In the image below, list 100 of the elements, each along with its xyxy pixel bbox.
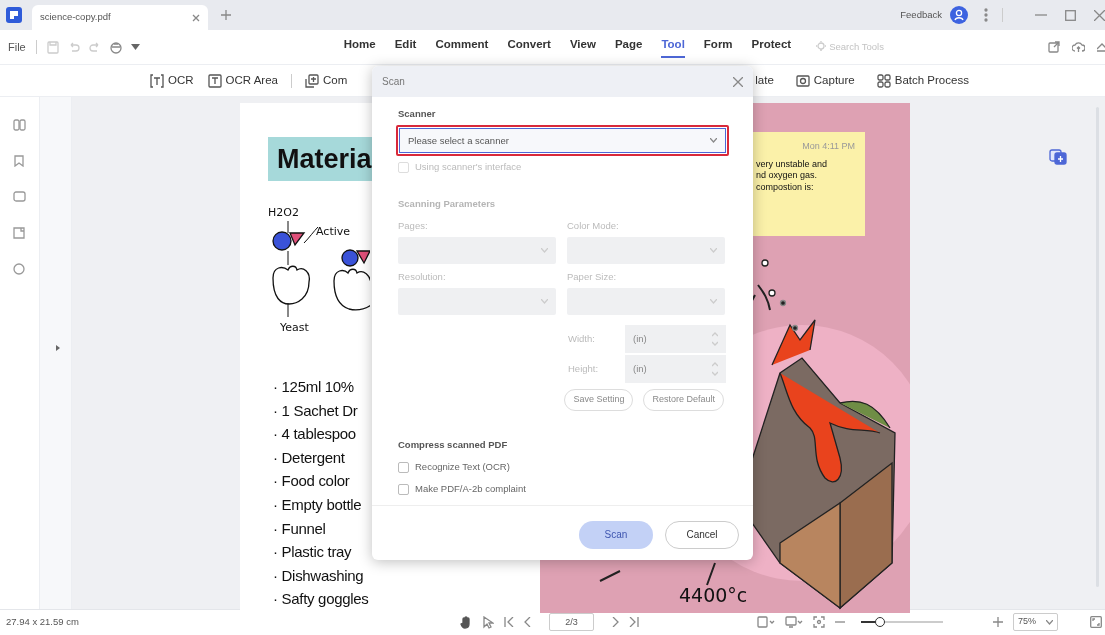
zoom-slider-thumb[interactable] [874, 617, 885, 627]
feedback-link[interactable]: Feedback [900, 7, 942, 23]
list-item: · Funnel [273, 519, 326, 537]
menu-tab[interactable]: View [569, 35, 596, 59]
caret-icon [710, 299, 717, 305]
menu-tab[interactable]: Edit [394, 35, 417, 59]
thumbnails-icon[interactable] [13, 119, 26, 131]
list-item: · 4 tablespoo [273, 425, 356, 443]
page-heading: Materia [268, 137, 372, 181]
checkbox[interactable] [398, 483, 409, 495]
zoom-in-icon[interactable] [993, 617, 1003, 627]
caret-icon [541, 248, 548, 253]
comment-icon[interactable] [13, 191, 26, 203]
list-item: · 125ml 10% [273, 378, 354, 395]
fit-width-icon[interactable] [785, 616, 803, 628]
app-logo-icon [6, 7, 22, 23]
close-icon[interactable] [733, 76, 743, 87]
menu-tab[interactable]: Convert [507, 35, 551, 59]
add-tab-icon[interactable] [221, 10, 231, 20]
file-menu[interactable]: File [8, 38, 26, 56]
document-tab[interactable]: science-copy.pdf [32, 5, 208, 30]
search-icon[interactable] [13, 263, 26, 275]
spinner-icon [712, 332, 718, 347]
last-page-icon[interactable] [629, 617, 639, 627]
ribbon-button[interactable]: OCR [143, 71, 201, 90]
hand-icon[interactable] [460, 615, 472, 629]
fullscreen-icon[interactable] [1090, 616, 1102, 628]
menu-tab[interactable]: Tool [661, 35, 685, 59]
field-label: Pages: [398, 218, 429, 233]
redo-icon[interactable] [88, 40, 101, 54]
note-text: compostion is: [756, 181, 815, 193]
expand-handle-icon[interactable] [56, 345, 60, 351]
field-label: Width: [568, 332, 596, 347]
ocr-area-icon [207, 73, 222, 88]
checkbox-label: Recognize Text (OCR) [415, 460, 510, 474]
page-dimensions: 27.94 x 21.59 cm [6, 614, 80, 629]
collapse-icon[interactable] [1097, 41, 1105, 53]
scanner-dropdown[interactable]: Please select a scanner [399, 128, 726, 154]
grid-icon [876, 73, 891, 88]
next-page-icon[interactable] [612, 617, 619, 627]
spinner-icon [712, 362, 718, 377]
checkbox-label: Using scanner's interface [415, 160, 522, 175]
page-icon[interactable] [13, 227, 26, 239]
ribbon-button[interactable]: OCR Area [200, 71, 285, 90]
zoom-dropdown[interactable]: 75% [1013, 613, 1058, 631]
select-field[interactable] [398, 237, 556, 264]
field-label: Height: [568, 362, 600, 377]
menu-tab[interactable]: Comment [435, 35, 489, 59]
bookmark-icon[interactable] [13, 155, 26, 167]
section-label: Scanner [398, 107, 437, 121]
save-icon[interactable] [46, 40, 59, 54]
field-label: Paper Size: [567, 270, 618, 284]
menu-tab[interactable]: Protect [751, 35, 792, 59]
list-item: · Safty goggles [273, 590, 369, 608]
list-item: · Food color [273, 472, 350, 490]
dropdown-caret-icon[interactable] [130, 44, 140, 50]
checkbox-label: Make PDF/A-2b complaint [415, 482, 526, 497]
list-item: · Detergent [273, 448, 345, 466]
dialog-title: Scan [382, 75, 405, 89]
list-item: · 1 Sachet Dr [273, 401, 358, 419]
ribbon-button[interactable]: late [748, 71, 781, 90]
maximize-icon[interactable] [1065, 9, 1076, 21]
select-field[interactable] [567, 288, 725, 316]
more-options-icon[interactable] [984, 8, 988, 22]
select-field[interactable] [398, 288, 556, 316]
ribbon-button[interactable]: Com [298, 71, 355, 90]
section-label: Scanning Parameters [398, 196, 497, 211]
fit-page-icon[interactable] [757, 616, 775, 628]
select-arrow-icon[interactable] [482, 615, 494, 629]
caret-icon [541, 299, 548, 305]
avatar-icon[interactable] [950, 6, 968, 24]
caret-icon [710, 138, 717, 144]
ribbon-button[interactable]: Batch Process [869, 71, 976, 90]
menu-tab[interactable]: Form [703, 35, 733, 59]
note-text: nd oxygen gas. [756, 170, 819, 182]
select-field[interactable] [567, 237, 725, 264]
share-icon[interactable] [1048, 41, 1060, 53]
section-label: Compress scanned PDF [398, 437, 509, 452]
upload-cloud-icon[interactable] [1072, 41, 1085, 53]
menu-tab[interactable]: Page [614, 35, 643, 59]
camera-icon [795, 73, 810, 88]
caret-icon [710, 248, 717, 253]
menu-tab[interactable]: Home [343, 35, 376, 59]
sticky-note[interactable]: Mon 4:11 PM very unstable and nd oxygen gas. compostion is: [753, 132, 865, 236]
actual-size-icon[interactable] [813, 616, 825, 628]
cancel-button[interactable]: Cancel [665, 520, 739, 549]
ribbon-button[interactable]: Capture [788, 71, 862, 90]
previous-page-icon[interactable] [524, 617, 531, 627]
print-icon[interactable] [109, 40, 122, 54]
tab-title: science-copy.pdf [40, 10, 111, 25]
list-item: · Empty bottle [273, 495, 362, 513]
list-item: · Plastic tray [273, 543, 352, 561]
checkbox[interactable] [398, 461, 409, 473]
temperature-label: 4400°c [679, 583, 748, 608]
combine-icon [305, 73, 319, 88]
close-icon[interactable] [1094, 9, 1105, 21]
caret-icon [1046, 619, 1053, 625]
page-number-field[interactable]: 2/3 [549, 613, 594, 631]
close-icon[interactable] [192, 13, 200, 22]
first-page-icon[interactable] [504, 617, 514, 627]
